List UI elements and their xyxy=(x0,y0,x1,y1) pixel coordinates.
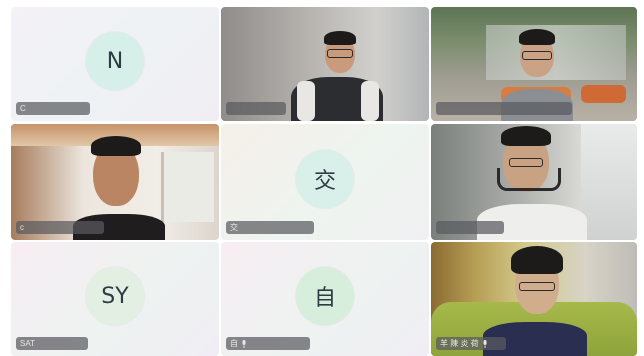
participant-tile-1[interactable]: N C xyxy=(11,7,219,121)
participant-tile-6[interactable] xyxy=(431,124,637,240)
avatar-initial: N xyxy=(106,48,124,74)
participant-hair xyxy=(91,136,141,156)
glasses-icon xyxy=(327,49,353,58)
shirt-sleeve xyxy=(297,81,315,121)
participant-hair xyxy=(324,31,356,45)
avatar-initial: 交 xyxy=(313,169,336,195)
avatar-initial: 自 xyxy=(313,286,336,312)
participant-name-label: 羊 陳 炎 荷 xyxy=(436,337,506,350)
participant-tile-5[interactable]: 交 交 xyxy=(221,124,429,240)
background-window xyxy=(486,25,626,80)
participant-name-label: 交 xyxy=(226,221,314,234)
glasses-icon xyxy=(522,51,552,60)
avatar-initial: SY xyxy=(101,283,129,309)
background-wall xyxy=(581,124,637,240)
glasses-icon xyxy=(509,158,543,167)
participant-name-label xyxy=(436,221,504,234)
participant-name-label: SAT xyxy=(16,337,88,350)
participant-tile-3[interactable] xyxy=(431,7,637,121)
participant-avatar: SY xyxy=(86,267,144,326)
headset-icon xyxy=(497,168,561,191)
background-window xyxy=(161,152,214,222)
participant-name-label: C xyxy=(16,102,90,115)
participant-name-label xyxy=(436,102,572,115)
participant-tile-9[interactable]: 羊 陳 炎 荷 xyxy=(431,242,637,356)
participant-name-label xyxy=(226,102,286,115)
participant-tile-2[interactable] xyxy=(221,7,429,121)
participant-tile-7[interactable]: SY SAT xyxy=(11,242,219,356)
participant-avatar: 交 xyxy=(296,150,354,209)
participant-hair xyxy=(511,246,563,274)
glasses-icon xyxy=(519,282,555,291)
participant-avatar: N xyxy=(86,32,144,91)
background-sofa xyxy=(581,85,626,103)
participant-avatar: 自 xyxy=(296,267,354,326)
participant-hair xyxy=(519,29,555,45)
participant-tile-8[interactable]: 自 自 xyxy=(221,242,429,356)
mic-icon xyxy=(242,339,246,348)
participant-name-label: c xyxy=(16,221,104,234)
shirt-sleeve xyxy=(361,81,379,121)
mic-icon xyxy=(483,339,487,348)
participant-hair xyxy=(501,126,551,146)
participant-name-label: 自 xyxy=(226,337,310,350)
video-call-grid: N C c 交 交 SY SAT 自 自 羊 陳 炎 荷 xyxy=(0,0,644,356)
participant-tile-4[interactable]: c xyxy=(11,124,219,240)
